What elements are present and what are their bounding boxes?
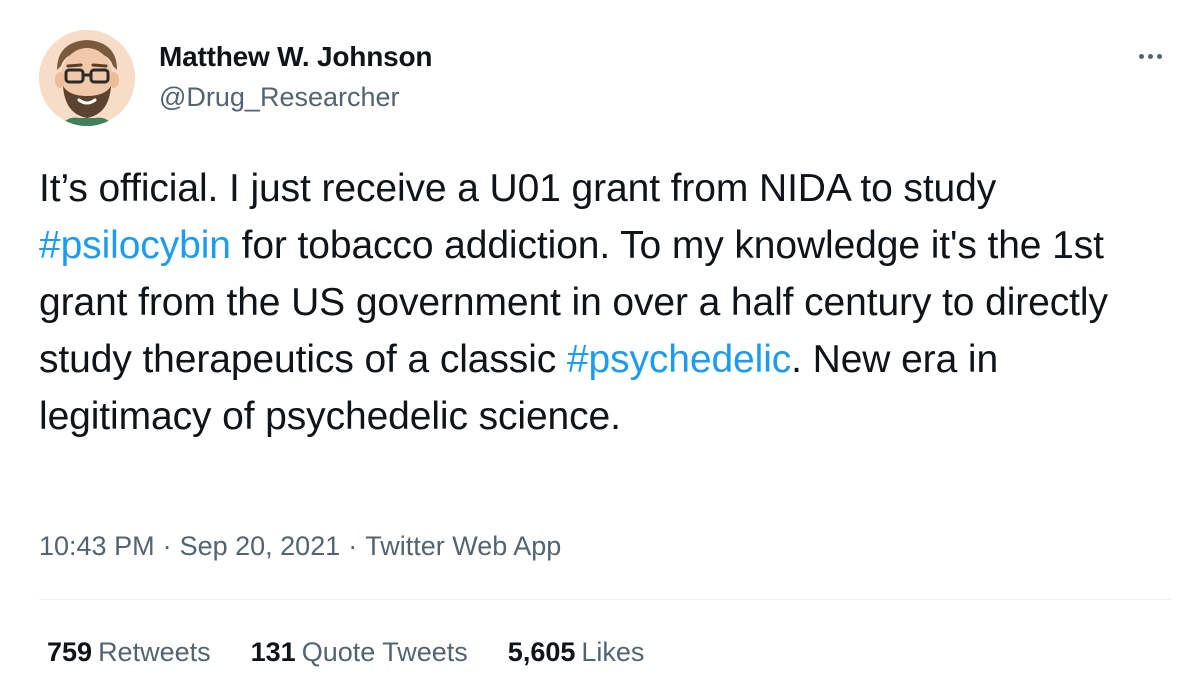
tweet-stats: 759 Retweets 131 Quote Tweets 5,605 Likes — [47, 634, 684, 670]
tweet-text-segment: It’s official. I just receive a U01 gran… — [39, 167, 997, 210]
meta-separator: · — [162, 531, 172, 561]
tweet-source[interactable]: Twitter Web App — [365, 531, 561, 561]
likes-label: Likes — [581, 637, 645, 667]
quote-tweets-stat[interactable]: 131 Quote Tweets — [251, 634, 468, 670]
likes-stat[interactable]: 5,605 Likes — [508, 634, 645, 670]
more-horizontal-icon-dot — [1156, 53, 1162, 59]
hashtag-link[interactable]: #psilocybin — [39, 224, 231, 267]
tweet-meta: 10:43 PM · Sep 20, 2021 · Twitter Web App — [39, 528, 561, 564]
handle[interactable]: @Drug_Researcher — [159, 80, 432, 114]
retweets-label: Retweets — [98, 637, 211, 667]
quote-tweets-count: 131 — [250, 637, 296, 667]
hashtag-link[interactable]: #psychedelic — [567, 338, 791, 381]
tweet: Matthew W. Johnson @Drug_Researcher It’s… — [0, 0, 1186, 680]
display-name[interactable]: Matthew W. Johnson — [159, 40, 432, 74]
divider — [39, 599, 1171, 600]
retweets-stat[interactable]: 759 Retweets — [47, 634, 211, 670]
likes-count: 5,605 — [507, 637, 576, 667]
retweets-count: 759 — [47, 637, 93, 667]
quote-tweets-label: Quote Tweets — [301, 637, 468, 667]
more-options-button[interactable] — [1132, 38, 1168, 74]
tweet-text: It’s official. I just receive a U01 gran… — [39, 160, 1169, 445]
author-block: Matthew W. Johnson @Drug_Researcher — [159, 40, 432, 114]
tweet-date[interactable]: Sep 20, 2021 — [180, 531, 341, 561]
meta-separator: · — [348, 531, 358, 561]
tweet-time[interactable]: 10:43 PM — [39, 531, 155, 561]
avatar[interactable] — [39, 30, 135, 126]
more-horizontal-icon — [1138, 53, 1144, 59]
more-horizontal-icon-dot — [1147, 53, 1153, 59]
